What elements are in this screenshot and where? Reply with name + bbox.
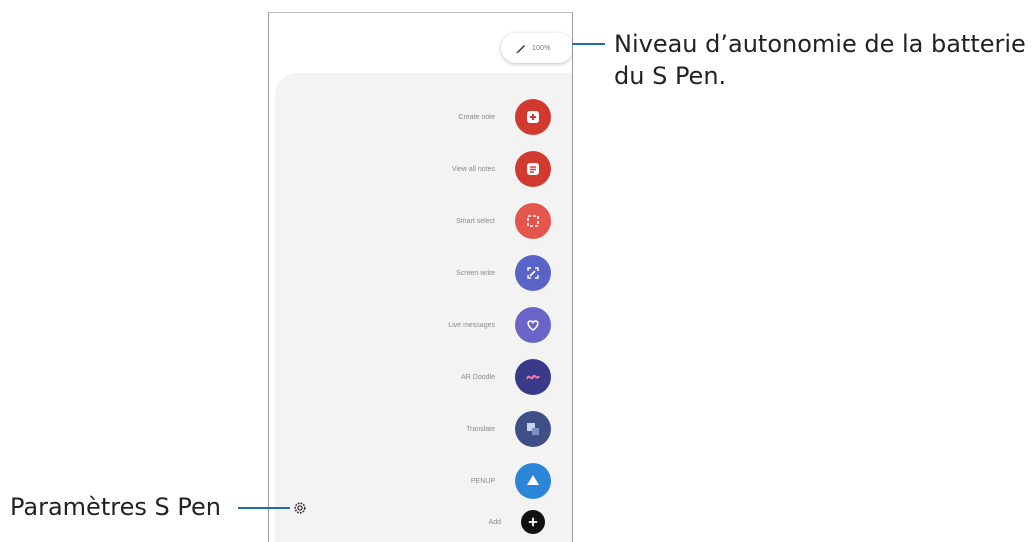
menu-item-smart-select[interactable]: Smart select <box>269 201 569 241</box>
menu-item-label: Add <box>488 518 501 526</box>
menu-item-translate[interactable]: Translate <box>269 409 569 449</box>
menu-item-label: AR Doodle <box>461 373 495 381</box>
menu-item-penup[interactable]: PENUP <box>269 461 569 501</box>
menu-item-add[interactable]: Add <box>269 502 569 542</box>
gear-icon[interactable] <box>289 497 311 519</box>
view-all-notes-icon <box>515 151 551 187</box>
smart-select-icon <box>515 203 551 239</box>
menu-item-label: Live messages <box>448 321 495 329</box>
menu-item-create-note[interactable]: Create note <box>269 97 569 137</box>
s-pen-icon <box>516 45 525 53</box>
menu-item-label: Translate <box>466 425 495 433</box>
s-pen-battery-indicator: 100% <box>501 33 572 63</box>
settings-callout-text: Paramètres S Pen <box>10 493 221 521</box>
menu-item-label: PENUP <box>470 477 495 485</box>
translate-icon <box>515 411 551 447</box>
menu-item-live-messages[interactable]: Live messages <box>269 305 569 345</box>
penup-icon <box>515 463 551 499</box>
menu-item-view-all-notes[interactable]: View all notes <box>269 149 569 189</box>
screen-write-icon <box>515 255 551 291</box>
menu-item-screen-write[interactable]: Screen write <box>269 253 569 293</box>
create-note-icon <box>515 99 551 135</box>
battery-callout-line-1: Niveau d’autonomie de la batterie <box>614 30 1026 58</box>
menu-item-ar-doodle[interactable]: AR Doodle <box>269 357 569 397</box>
menu-item-label: Create note <box>458 113 495 121</box>
add-icon <box>521 510 545 534</box>
battery-level-text: 100% <box>532 44 551 52</box>
settings-callout-line <box>238 507 290 509</box>
ar-doodle-icon <box>515 359 551 395</box>
menu-item-label: View all notes <box>451 165 495 173</box>
menu-item-label: Smart select <box>456 217 495 225</box>
live-messages-icon <box>515 307 551 343</box>
menu-item-label: Screen write <box>456 269 495 277</box>
battery-callout-line-2: du S Pen. <box>614 62 727 90</box>
air-command-screen: 100% Create note View all notes Smart se… <box>268 12 573 542</box>
